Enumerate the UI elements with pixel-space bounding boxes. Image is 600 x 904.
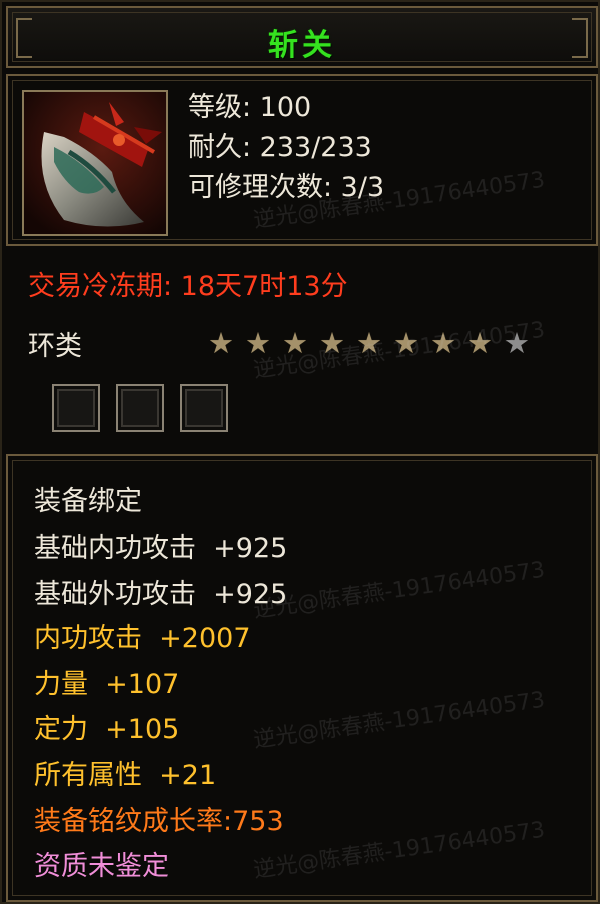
attr-composure: 定力 +105 (34, 714, 180, 745)
attr-base-internal-attack: 基础内功攻击 +925 (34, 533, 288, 564)
star-filled-icon: ★ (245, 326, 271, 360)
gem-socket-1[interactable] (52, 384, 100, 432)
trade-cooldown: 交易冷冻期: 18天7时13分 (28, 271, 348, 302)
star-rating: ★ ★ ★ ★ ★ ★ ★ ★ ★ (208, 328, 541, 358)
attr-base-external-attack: 基础外功攻击 +925 (34, 579, 288, 610)
item-level: 等级: 100 (188, 92, 312, 123)
attr-aptitude: 资质未鉴定 (34, 851, 169, 882)
star-filled-icon: ★ (467, 326, 493, 360)
star-filled-icon: ★ (208, 326, 234, 360)
item-header: 等级: 100 耐久: 233/233 可修理次数: 3/3 (6, 74, 598, 246)
attr-inscription-growth: 装备铭纹成长率:753 (34, 806, 284, 837)
item-name: 斩关 (268, 28, 336, 63)
star-filled-icon: ★ (430, 326, 456, 360)
star-filled-icon: ★ (356, 326, 382, 360)
star-filled-icon: ★ (282, 326, 308, 360)
attr-strength: 力量 +107 (34, 669, 180, 700)
item-category: 环类 (28, 331, 82, 362)
attr-binding: 装备绑定 (34, 486, 142, 517)
item-repair-count: 可修理次数: 3/3 (188, 172, 385, 203)
item-durability: 耐久: 233/233 (188, 132, 372, 163)
gem-socket-2[interactable] (116, 384, 164, 432)
star-filled-icon: ★ (319, 326, 345, 360)
title-bar: 斩关 (6, 6, 598, 68)
star-filled-icon: ★ (393, 326, 419, 360)
axe-weapon-icon (24, 92, 166, 234)
attr-internal-attack: 内功攻击 +2007 (34, 623, 251, 654)
star-empty-icon: ★ (504, 326, 530, 360)
attribute-box: 装备绑定 基础内功攻击 +925 基础外功攻击 +925 内功攻击 +2007 … (6, 454, 598, 902)
gem-socket-3[interactable] (180, 384, 228, 432)
item-icon (22, 90, 168, 236)
item-tooltip-panel: 斩关 等级: 100 耐久: 233/233 可修理次数: 3/3 交易冷冻期:… (0, 0, 600, 904)
attr-all-attributes: 所有属性 +21 (34, 760, 217, 791)
